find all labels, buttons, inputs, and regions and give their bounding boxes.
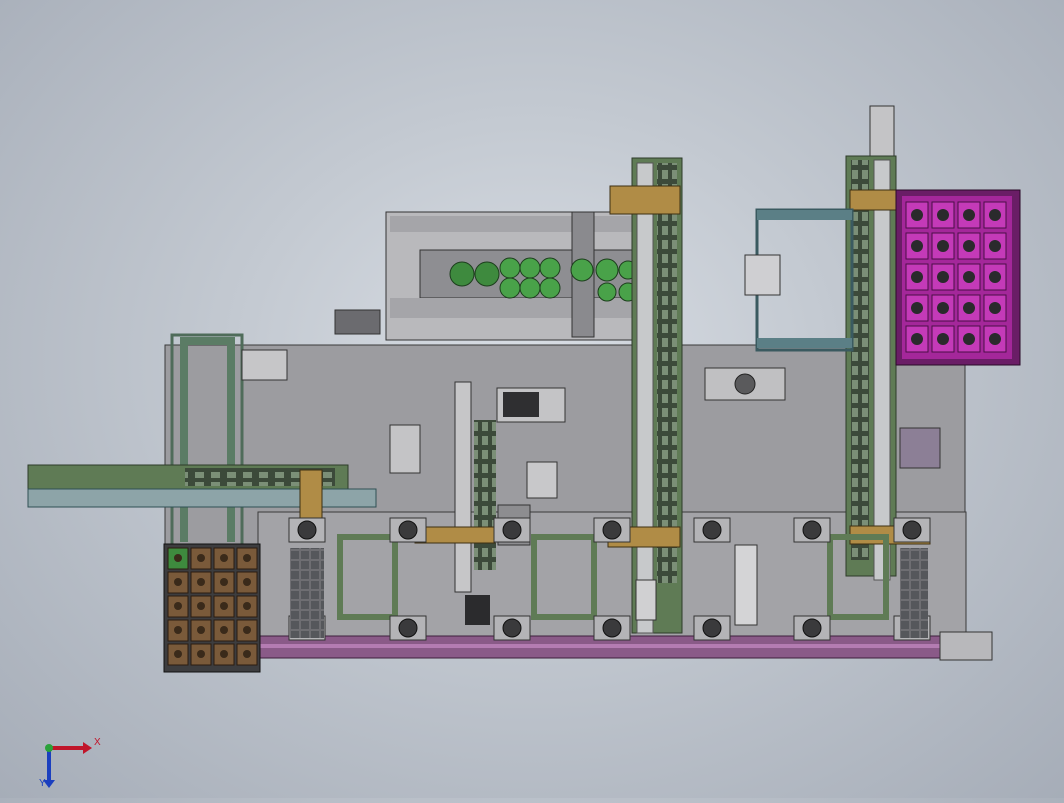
station-roller <box>389 517 427 543</box>
cad-viewport[interactable]: X Y <box>0 0 1064 798</box>
purple-tray-cell <box>957 201 981 229</box>
purple-tray-cell <box>957 263 981 291</box>
brown-tray-cell <box>167 619 189 642</box>
brown-tray-cell <box>190 619 212 642</box>
axis-y-label: Y <box>39 778 46 788</box>
purple-tray-cell <box>957 232 981 260</box>
purple-tray-cell <box>957 325 981 353</box>
axis-x-label: X <box>94 737 101 748</box>
brown-tray-cell <box>190 547 212 570</box>
station-roller <box>288 517 326 543</box>
brown-tray-cell <box>213 643 235 666</box>
station-roller <box>893 517 931 543</box>
brown-tray-cell <box>213 547 235 570</box>
brown-tray-cell <box>167 571 189 594</box>
brown-tray-cell <box>236 547 258 570</box>
station-roller <box>793 517 831 543</box>
purple-tray-cell <box>983 325 1007 353</box>
station-roller <box>593 615 631 641</box>
purple-tray-cell <box>905 325 929 353</box>
purple-tray-cell <box>905 232 929 260</box>
brown-tray-cell <box>213 619 235 642</box>
brown-tray-cell <box>213 595 235 618</box>
purple-tray-cell <box>983 263 1007 291</box>
station-roller <box>693 517 731 543</box>
station-roller <box>389 615 427 641</box>
brown-tray-cell <box>236 643 258 666</box>
purple-tray-cell <box>983 201 1007 229</box>
purple-tray-cell <box>983 294 1007 322</box>
purple-tray-cell <box>957 294 981 322</box>
purple-tray-cell <box>931 325 955 353</box>
station-roller <box>693 615 731 641</box>
station-roller <box>493 615 531 641</box>
assembly-drawing <box>27 105 1021 673</box>
purple-tray-cell <box>905 263 929 291</box>
station-roller <box>593 517 631 543</box>
brown-tray-cell <box>190 595 212 618</box>
station-roller <box>793 615 831 641</box>
brown-tray-cell <box>167 547 189 570</box>
brown-tray-cell <box>213 571 235 594</box>
purple-tray-cell <box>931 263 955 291</box>
station-roller <box>493 517 531 543</box>
brown-tray-cell <box>236 619 258 642</box>
brown-tray-cell <box>190 571 212 594</box>
brown-tray-cell <box>167 643 189 666</box>
coordinate-triad-icon: X Y <box>39 737 101 788</box>
purple-tray-cell <box>931 294 955 322</box>
purple-tray-cell <box>931 201 955 229</box>
purple-tray-cell <box>931 232 955 260</box>
brown-tray-cell <box>236 595 258 618</box>
brown-tray-cell <box>236 571 258 594</box>
upper-right-frame <box>744 208 854 352</box>
purple-tray-cell <box>905 294 929 322</box>
brown-tray-cell <box>190 643 212 666</box>
purple-tray-cell <box>905 201 929 229</box>
purple-tray-cell <box>983 232 1007 260</box>
brown-tray-cell <box>167 595 189 618</box>
